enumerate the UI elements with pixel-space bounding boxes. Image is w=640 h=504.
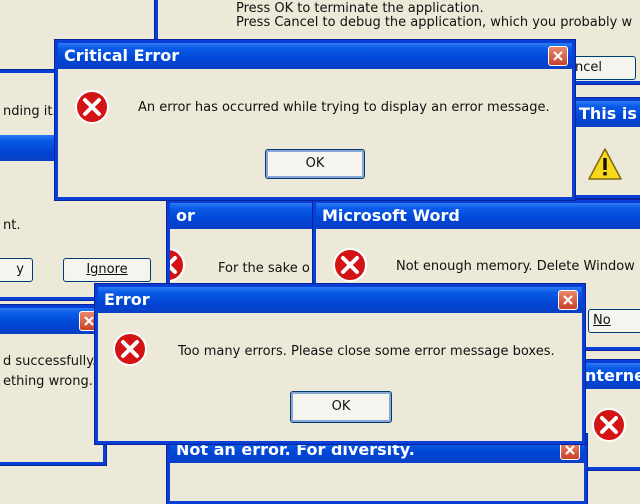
internet-titlebar: nterne bbox=[579, 363, 640, 389]
left-bottom-text1: d successfully. bbox=[3, 354, 97, 369]
error-titlebar: Error bbox=[98, 287, 582, 313]
error-message: Too many errors. Please close some error… bbox=[178, 344, 555, 359]
top-dialog-line2: Press Cancel to debug the application, w… bbox=[236, 15, 633, 30]
warning-icon bbox=[588, 148, 622, 180]
partial-error-titlebar: or bbox=[170, 203, 329, 229]
critical-error-title: Critical Error bbox=[64, 46, 180, 65]
error-icon bbox=[333, 248, 367, 282]
error-icon bbox=[170, 248, 185, 282]
right-upper-dialog: This is bbox=[570, 98, 640, 198]
error-icon bbox=[75, 90, 109, 124]
cancel-button[interactable]: ncel bbox=[570, 56, 636, 80]
ignore-button[interactable]: Ignore bbox=[63, 258, 151, 282]
left-bottom-dialog: d successfully. ething wrong. bbox=[0, 305, 106, 465]
error-icon bbox=[113, 332, 147, 366]
left-bottom-text2: ething wrong. bbox=[3, 374, 93, 389]
ms-word-titlebar: Microsoft Word bbox=[316, 203, 640, 229]
right-upper-titlebar: This is bbox=[573, 101, 640, 127]
error-icon bbox=[592, 408, 626, 442]
no-button[interactable]: No bbox=[588, 309, 640, 333]
top-dialog-line1: Press OK to terminate the application. bbox=[236, 1, 484, 16]
left-mid-text2: nt. bbox=[3, 218, 21, 233]
close-button[interactable] bbox=[548, 46, 568, 66]
ms-word-message: Not enough memory. Delete Window bbox=[396, 259, 635, 274]
close-icon bbox=[84, 316, 94, 326]
close-icon bbox=[563, 295, 573, 305]
critical-error-message: An error has occurred while trying to di… bbox=[138, 100, 550, 115]
critical-error-titlebar: Critical Error bbox=[58, 43, 572, 69]
close-button[interactable] bbox=[558, 290, 578, 310]
not-error-dialog: Not an error. For diversity. bbox=[167, 434, 587, 504]
partial-error-text: For the sake o bbox=[218, 261, 310, 276]
ok-button[interactable]: OK bbox=[290, 391, 392, 423]
close-icon bbox=[553, 51, 563, 61]
close-icon bbox=[565, 445, 575, 455]
error-title: Error bbox=[104, 290, 150, 309]
left-mid-text1: nding it. bbox=[3, 104, 57, 119]
error-dialog: Error Too many errors. Please close some… bbox=[95, 284, 585, 444]
ok-button[interactable]: OK bbox=[265, 149, 365, 179]
critical-error-dialog: Critical Error An error has occurred whi… bbox=[55, 40, 575, 200]
retry-button[interactable]: y bbox=[0, 258, 33, 282]
